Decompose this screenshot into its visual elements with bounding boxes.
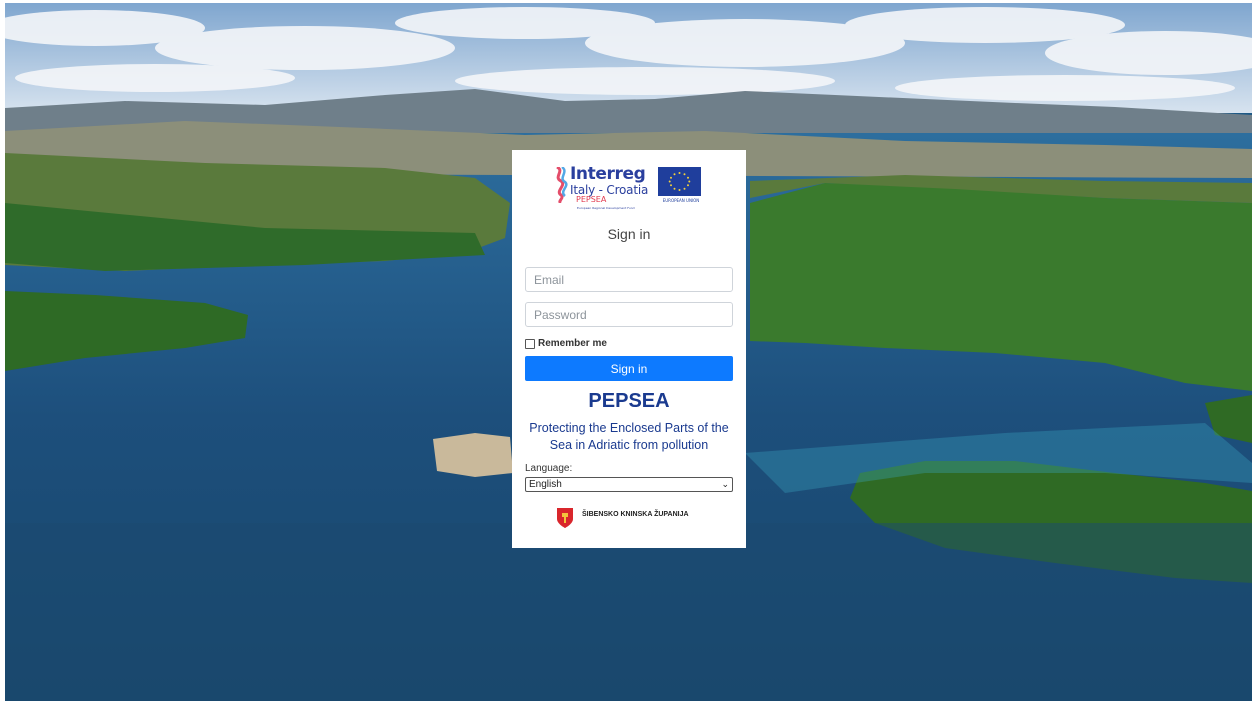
remember-me-label: Remember me [538, 338, 607, 349]
brand-name: PEPSEA [588, 390, 670, 412]
email-field[interactable] [525, 267, 733, 292]
language-label: Language: [525, 463, 573, 474]
ribbon-icon [556, 167, 568, 203]
checkbox-icon[interactable] [525, 338, 535, 349]
eu-flag-icon [658, 167, 701, 196]
county-name: ŠIBENSKO KNINSKA ŽUPANIJA [582, 510, 689, 518]
password-field[interactable] [525, 302, 733, 327]
brand-tagline: Protecting the Enclosed Parts of the Sea… [529, 421, 729, 452]
interreg-project: PEPSEA [576, 195, 607, 204]
county-logo: ŠIBENSKO KNINSKA ŽUPANIJA [556, 507, 689, 529]
interreg-logo: Interreg Italy - Croatia PEPSEA European… [554, 164, 706, 216]
eu-label: EUROPEAN UNION [662, 198, 700, 203]
language-selected: English [529, 479, 562, 490]
interreg-title: Interreg [570, 164, 646, 184]
sign-in-button[interactable]: Sign in [525, 356, 733, 381]
page-title: Sign in [607, 226, 651, 242]
remember-me-checkbox[interactable]: Remember me [525, 338, 607, 349]
interreg-fund: European Regional Development Fund [577, 206, 635, 210]
coat-of-arms-icon [557, 508, 573, 528]
login-card: Interreg Italy - Croatia PEPSEA European… [512, 150, 746, 548]
language-select[interactable]: English ⌄ [525, 477, 733, 492]
chevron-down-icon: ⌄ [721, 479, 729, 489]
